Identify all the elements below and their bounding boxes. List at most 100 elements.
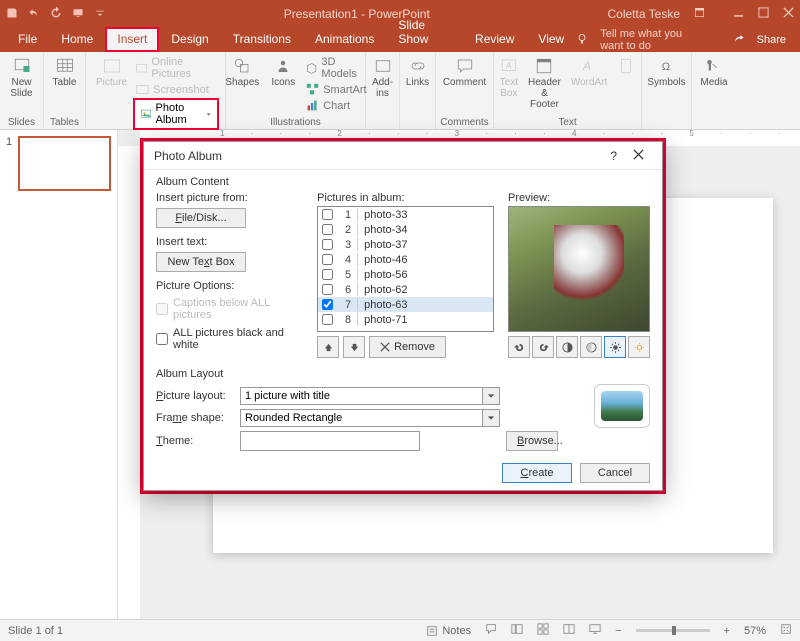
ribbon-tabs: File Home Insert Design Transitions Anim…	[0, 28, 800, 52]
fit-window-icon[interactable]	[780, 623, 792, 638]
slide-count: Slide 1 of 1	[8, 625, 63, 637]
picture-layout-dropdown[interactable]	[240, 387, 500, 405]
frame-shape-dropdown[interactable]	[240, 409, 500, 427]
list-item[interactable]: 4photo-46	[318, 252, 493, 267]
contrast-down-button[interactable]	[580, 336, 602, 358]
captions-checkbox[interactable]: Captions below ALL pictures	[156, 296, 303, 322]
comments-icon[interactable]	[485, 623, 497, 638]
sorter-view-icon[interactable]	[537, 623, 549, 638]
redo-icon[interactable]	[50, 7, 62, 22]
list-item[interactable]: 7photo-63	[318, 297, 493, 312]
slide-thumbnail[interactable]: 1	[6, 136, 111, 191]
thumbnail-pane[interactable]: 1	[0, 130, 118, 619]
zoom-slider[interactable]	[636, 629, 710, 632]
qat-chevron-icon[interactable]	[94, 7, 106, 22]
table-button[interactable]: Table	[49, 55, 81, 90]
quick-access-toolbar	[6, 7, 106, 22]
undo-icon[interactable]	[28, 7, 40, 22]
tab-animations[interactable]: Animations	[303, 27, 386, 52]
list-item[interactable]: 1photo-33	[318, 207, 493, 222]
share-button[interactable]: Share	[757, 34, 786, 46]
theme-input[interactable]	[240, 431, 420, 451]
dialog-title: Photo Album	[154, 149, 222, 163]
svg-text:A: A	[506, 61, 512, 70]
list-item[interactable]: 5photo-56	[318, 267, 493, 282]
list-item[interactable]: 3photo-37	[318, 237, 493, 252]
textbox-button[interactable]: AText Box	[496, 55, 522, 112]
rotate-right-button[interactable]	[532, 336, 554, 358]
tab-transitions[interactable]: Transitions	[221, 27, 303, 52]
close-icon[interactable]	[783, 7, 794, 21]
bw-checkbox[interactable]: ALL pictures black and white	[156, 326, 303, 352]
pictures-button[interactable]: Picture	[92, 55, 131, 130]
ribbon-options-icon[interactable]	[694, 7, 705, 21]
insert-picture-from-label: Insert picture from:	[156, 192, 303, 204]
header-footer-button[interactable]: Header & Footer	[524, 55, 565, 112]
user-name[interactable]: Coletta Teske	[608, 7, 681, 21]
rotate-left-button[interactable]	[508, 336, 530, 358]
links-button[interactable]: Links	[402, 55, 433, 90]
contrast-up-button[interactable]	[556, 336, 578, 358]
share-icon	[733, 33, 745, 48]
tab-file[interactable]: File	[6, 27, 49, 52]
tab-view[interactable]: View	[526, 27, 576, 52]
notes-button[interactable]: Notes	[426, 625, 471, 637]
list-item[interactable]: 6photo-62	[318, 282, 493, 297]
thumb-number: 1	[6, 136, 14, 148]
tab-home[interactable]: Home	[49, 27, 105, 52]
cancel-button[interactable]: Cancel	[580, 463, 650, 483]
dialog-help-button[interactable]: ?	[602, 145, 625, 167]
addins-button[interactable]: Add- ins	[368, 55, 397, 101]
icons-button[interactable]: Icons	[267, 55, 299, 113]
move-down-button[interactable]	[343, 336, 365, 358]
tell-me-icon	[576, 33, 588, 48]
svg-text:A: A	[582, 59, 591, 73]
tab-insert[interactable]: Insert	[105, 27, 159, 52]
brightness-up-button[interactable]	[604, 336, 626, 358]
preview-label: Preview:	[508, 192, 650, 204]
tab-design[interactable]: Design	[159, 27, 220, 52]
dialog-close-button[interactable]	[625, 145, 652, 167]
list-item[interactable]: 2photo-34	[318, 222, 493, 237]
tab-slideshow[interactable]: Slide Show	[386, 13, 463, 52]
chart-button[interactable]: Chart	[303, 98, 369, 113]
online-pictures-button[interactable]: Online Pictures	[133, 55, 219, 81]
photo-album-button[interactable]: Photo Album	[133, 98, 219, 130]
media-button[interactable]: Media	[696, 55, 731, 90]
browse-button[interactable]: Browse...	[506, 431, 558, 451]
maximize-icon[interactable]	[758, 7, 769, 21]
new-text-box-button[interactable]: New Text Box	[156, 252, 246, 272]
file-disk-button[interactable]: File/Disk...	[156, 208, 246, 228]
wordart-button[interactable]: AWordArt	[567, 55, 612, 112]
pictures-in-album-label: Pictures in album:	[317, 192, 494, 204]
zoom-out-button[interactable]: −	[615, 625, 621, 637]
create-button[interactable]: Create	[502, 463, 572, 483]
list-item[interactable]: 8photo-71	[318, 312, 493, 327]
minimize-icon[interactable]	[733, 7, 744, 21]
comment-button[interactable]: Comment	[439, 55, 490, 90]
new-slide-button[interactable]: New Slide	[6, 55, 36, 101]
3d-models-button[interactable]: 3D Models	[303, 55, 369, 81]
slideshow-view-icon[interactable]	[589, 623, 601, 638]
thumb-preview[interactable]	[18, 136, 111, 191]
zoom-level[interactable]: 57%	[744, 625, 766, 637]
start-icon[interactable]	[72, 7, 84, 22]
symbols-button[interactable]: ΩSymbols	[643, 55, 689, 90]
tab-review[interactable]: Review	[463, 27, 526, 52]
album-layout-label: Album Layout	[156, 368, 650, 380]
remove-button[interactable]: Remove	[369, 336, 446, 358]
shapes-button[interactable]: Shapes	[221, 55, 263, 113]
album-pictures-list[interactable]: 1photo-33 2photo-34 3photo-37 4photo-46 …	[317, 206, 494, 332]
tell-me-input[interactable]: Tell me what you want to do	[600, 28, 706, 52]
smartart-button[interactable]: SmartArt	[303, 82, 369, 97]
zoom-in-button[interactable]: +	[724, 625, 730, 637]
move-up-button[interactable]	[317, 336, 339, 358]
reading-view-icon[interactable]	[563, 623, 575, 638]
screenshot-button[interactable]: Screenshot	[133, 82, 219, 97]
save-icon[interactable]	[6, 7, 18, 22]
brightness-down-button[interactable]	[628, 336, 650, 358]
text-more-icon[interactable]	[613, 55, 639, 112]
normal-view-icon[interactable]	[511, 623, 523, 638]
document-title: Presentation1 - PowerPoint	[106, 7, 608, 21]
picture-options-label: Picture Options:	[156, 280, 303, 292]
